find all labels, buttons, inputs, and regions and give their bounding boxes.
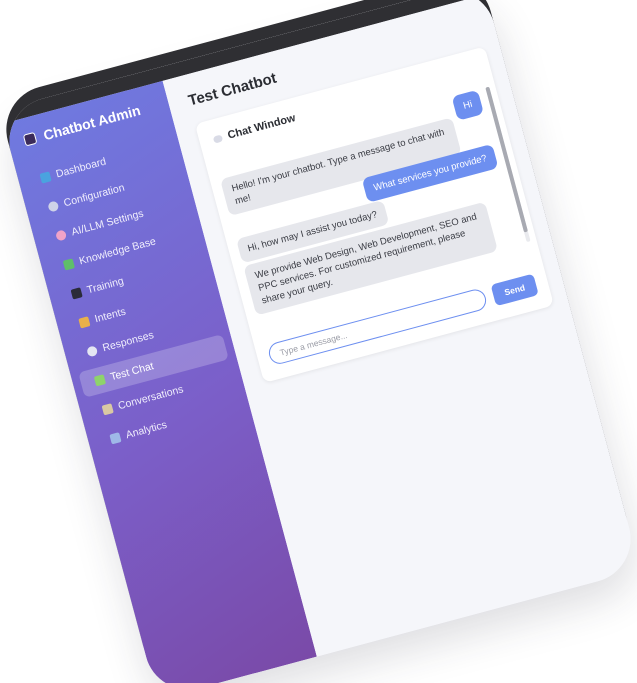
screenshot-stage: Chatbot Admin Dashboard Configuration AI… [0, 0, 637, 683]
brand-title: Chatbot Admin [41, 101, 143, 144]
brain-icon [54, 229, 68, 242]
test-tube-icon [93, 374, 107, 387]
sidebar-item-label: Test Chat [109, 360, 155, 384]
sidebar-item-label: Intents [93, 305, 128, 326]
chat-window-card: Chat Window Hi Hello! I'm your chatbot. … [194, 46, 554, 383]
gear-icon [47, 200, 60, 213]
chat-window-title: Chat Window [226, 112, 297, 142]
robot-icon [22, 131, 38, 147]
speech-bubble-icon [86, 345, 99, 358]
bar-chart-icon [39, 171, 52, 184]
graduation-cap-icon [70, 287, 83, 300]
sidebar-item-label: Analytics [124, 418, 169, 442]
sidebar-item-label: Configuration [62, 181, 126, 210]
tablet-device: Chatbot Admin Dashboard Configuration AI… [0, 0, 637, 683]
sidebar-item-label: Responses [101, 329, 156, 355]
books-icon [62, 258, 76, 271]
speech-bubble-icon [212, 134, 224, 144]
send-button[interactable]: Send [490, 273, 539, 307]
sidebar-item-label: Dashboard [54, 155, 108, 181]
line-chart-icon [109, 432, 122, 445]
tag-icon [78, 316, 91, 329]
sidebar-item-label: Training [85, 275, 126, 297]
chat-message-user: Hi [451, 89, 485, 121]
clipboard-icon [101, 403, 114, 416]
